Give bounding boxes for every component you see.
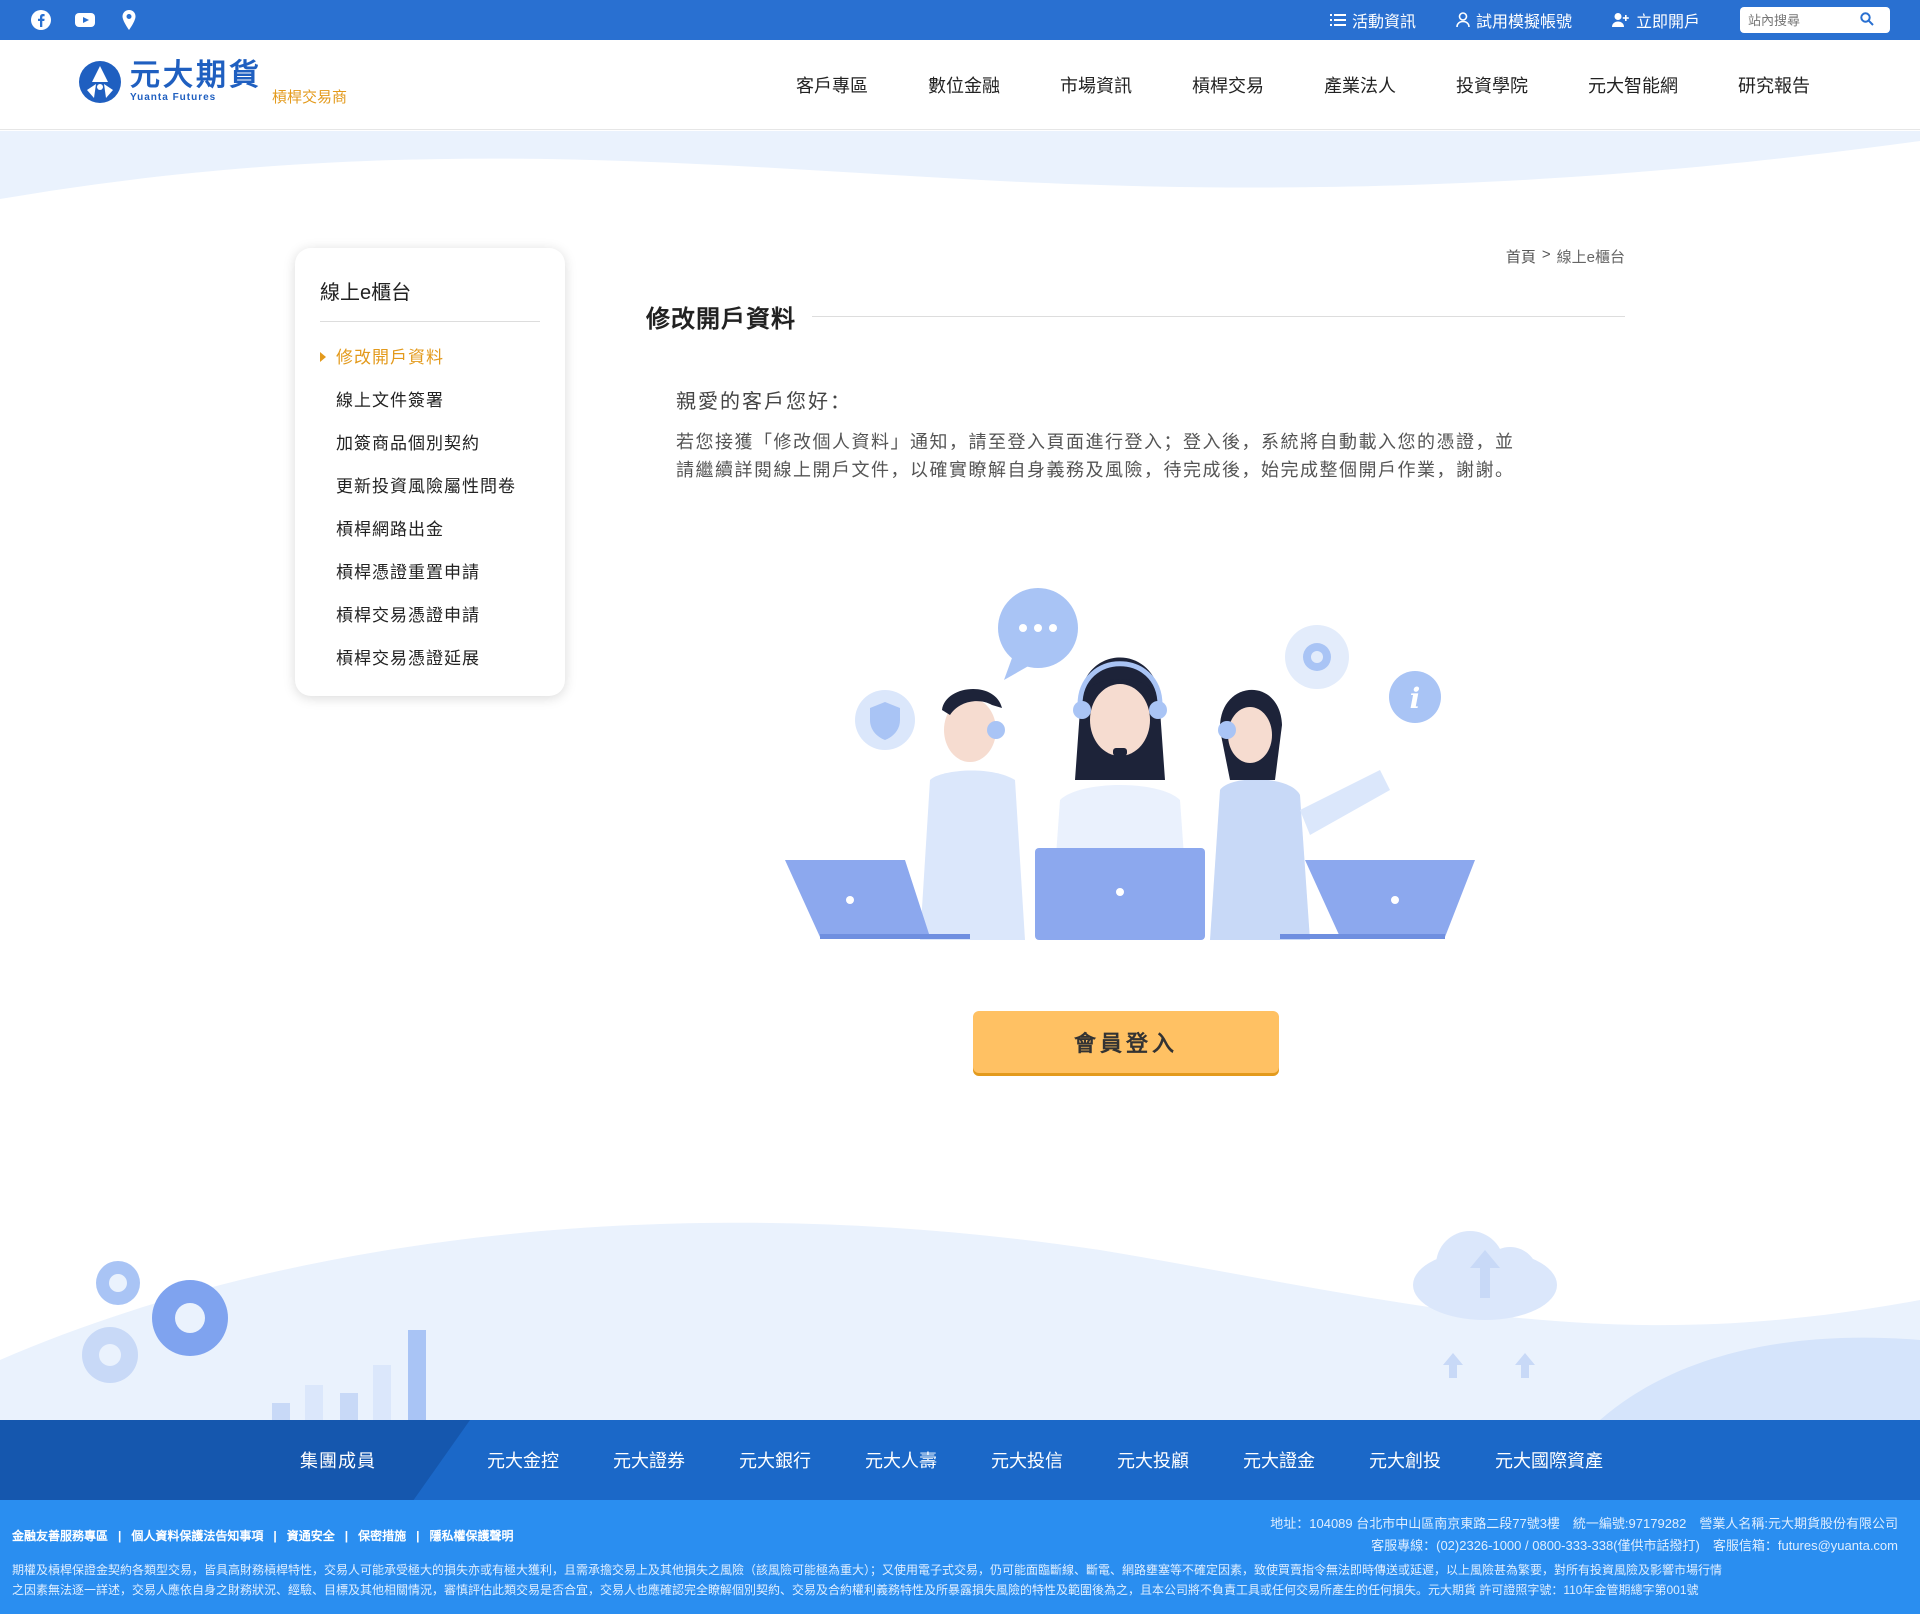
sidebar-item-document-signing[interactable]: 線上文件簽署 [320, 379, 540, 422]
notice-line-2: 請繼續詳閱線上開戶文件，以確實瞭解自身義務及風險，待完成後，始完成整個開戶作業，… [676, 460, 1515, 480]
group-link-holdings[interactable]: 元大金控 [460, 1447, 586, 1473]
nav-research-reports[interactable]: 研究報告 [1708, 72, 1840, 98]
nav-institutional[interactable]: 產業法人 [1294, 72, 1426, 98]
member-login-button[interactable]: 會員登入 [973, 1011, 1279, 1073]
demo-account-label: 試用模擬帳號 [1475, 14, 1572, 31]
agent-left [920, 689, 1025, 940]
social-links [30, 9, 140, 31]
bottom-decoration [0, 1222, 1920, 1420]
customer-service-illustration: i [785, 588, 1475, 940]
group-link-venture[interactable]: 元大創投 [1342, 1447, 1468, 1473]
nav-leveraged-trading[interactable]: 槓桿交易 [1162, 72, 1294, 98]
search-icon[interactable] [1860, 12, 1876, 28]
logo-name-en: Yuanta Futures [130, 92, 217, 103]
group-link-life[interactable]: 元大人壽 [838, 1447, 964, 1473]
logo-name-cn: 元大期貨 [130, 59, 262, 92]
main-nav: 客戶專區 數位金融 市場資訊 槓桿交易 產業法人 投資學院 元大智能網 研究報告 [766, 40, 1840, 130]
utility-links: 活動資訊 試用模擬帳號 立即開戶 [1329, 0, 1890, 40]
group-link-finance[interactable]: 元大證金 [1216, 1447, 1342, 1473]
sidebar-item-cert-reset[interactable]: 槓桿憑證重置申請 [320, 551, 540, 594]
sidebar-title: 線上e櫃台 [320, 276, 540, 322]
sidebar: 線上e櫃台 修改開戶資料 線上文件簽署 加簽商品個別契約 更新投資風險屬性問卷 … [295, 248, 565, 696]
group-link-funds[interactable]: 元大投信 [964, 1447, 1090, 1473]
page-title: 修改開戶資料 [646, 305, 796, 333]
footer-address: 地址：104089 台北市中山區南京東路二段77號3樓 統一編號:9717928… [1270, 1516, 1898, 1531]
site-footer: 金融友善服務專區 | 個人資料保護法告知事項 | 資通安全 | 保密措施 | 隱… [0, 1500, 1920, 1614]
breadcrumb-home[interactable]: 首頁 [1506, 246, 1536, 267]
shield-bubble-icon [855, 690, 915, 750]
user-icon [1456, 12, 1470, 28]
top-utility-bar: 活動資訊 試用模擬帳號 立即開戶 [0, 0, 1920, 40]
notice-line-1: 若您接獲「修改個人資料」通知，請至登入頁面進行登入；登入後，系統將自動載入您的憑… [676, 432, 1515, 452]
chat-bubble-icon [998, 588, 1078, 680]
group-members-label: 集團成員 [300, 1451, 376, 1471]
laptop-right [1280, 860, 1475, 939]
page-title-row: 修改開戶資料 [646, 296, 1625, 336]
top-wave-decoration [0, 131, 1920, 199]
disclaimer-line-1: 期權及槓桿保證金契約各類型交易，皆具高財務槓桿特性，交易人可能承受極大的損失亦或… [12, 1563, 1723, 1577]
search-input[interactable] [1748, 12, 1860, 28]
list-icon [1329, 14, 1346, 26]
sidebar-item-cert-apply[interactable]: 槓桿交易憑證申請 [320, 594, 540, 637]
group-link-advisory[interactable]: 元大投顧 [1090, 1447, 1216, 1473]
svg-text:i: i [1410, 682, 1421, 715]
footer-contact: 客服專線：(02)2326-1000 / 0800-333-338(僅供市話撥打… [1371, 1538, 1898, 1553]
group-link-bank[interactable]: 元大銀行 [712, 1447, 838, 1473]
activity-info-label: 活動資訊 [1351, 14, 1416, 31]
breadcrumb-separator: > [1541, 246, 1551, 263]
group-members-bar: 集團成員 元大金控 元大證券 元大銀行 元大人壽 元大投信 元大投顧 元大證金 … [0, 1420, 1920, 1500]
nav-market-info[interactable]: 市場資訊 [1030, 72, 1162, 98]
sidebar-item-product-contract[interactable]: 加簽商品個別契約 [320, 422, 540, 465]
disclaimer-line-2: 之因素無法逐一詳述，交易人應依自身之財務狀況、經驗、目標及其他相關情況，審慎評估… [12, 1583, 1699, 1597]
site-logo[interactable]: 元大期貨 Yuanta Futures 槓桿交易商 [78, 60, 347, 107]
nav-investment-academy[interactable]: 投資學院 [1426, 72, 1558, 98]
gear-bubble-icon [1285, 625, 1349, 689]
sidebar-item-risk-questionnaire[interactable]: 更新投資風險屬性問卷 [320, 465, 540, 508]
demo-account-link[interactable]: 試用模擬帳號 [1456, 8, 1572, 32]
footer-link-privacy-policy[interactable]: 隱私權保護聲明 [430, 1527, 514, 1544]
title-divider [812, 315, 1625, 317]
sidebar-item-edit-account[interactable]: 修改開戶資料 [320, 336, 540, 379]
sidebar-item-withdrawal[interactable]: 槓桿網路出金 [320, 508, 540, 551]
breadcrumb-current: 線上e櫃台 [1556, 249, 1625, 266]
activity-info-link[interactable]: 活動資訊 [1329, 8, 1416, 32]
laptop-center [1035, 848, 1205, 940]
footer-link-cyber-security[interactable]: 資通安全 [287, 1527, 335, 1544]
footer-link-privacy-notice[interactable]: 個人資料保護法告知事項 [131, 1527, 263, 1544]
user-plus-icon [1611, 13, 1629, 27]
greeting-text: 親愛的客戶您好： [676, 391, 852, 413]
footer-link-confidentiality[interactable]: 保密措施 [358, 1527, 406, 1544]
sidebar-menu: 修改開戶資料 線上文件簽署 加簽商品個別契約 更新投資風險屬性問卷 槓桿網路出金… [320, 336, 540, 680]
main-header: 元大期貨 Yuanta Futures 槓桿交易商 客戶專區 數位金融 市場資訊… [0, 40, 1920, 130]
youtube-icon[interactable] [74, 9, 96, 31]
nav-customer-zone[interactable]: 客戶專區 [766, 72, 898, 98]
site-search [1740, 7, 1890, 33]
logo-subtitle: 槓桿交易商 [272, 89, 348, 106]
breadcrumb: 首頁 > 線上e櫃台 [1506, 246, 1625, 267]
facebook-icon[interactable] [30, 9, 52, 31]
group-link-international[interactable]: 元大國際資產 [1468, 1447, 1630, 1473]
footer-company-info: 地址：104089 台北市中山區南京東路二段77號3樓 統一編號:9717928… [1270, 1513, 1898, 1557]
open-account-link[interactable]: 立即開戶 [1611, 8, 1700, 32]
footer-links: 金融友善服務專區 | 個人資料保護法告知事項 | 資通安全 | 保密措施 | 隱… [12, 1527, 514, 1544]
yuanta-logo-icon [79, 61, 121, 103]
info-bubble-icon: i [1389, 671, 1441, 723]
notice-message: 若您接獲「修改個人資料」通知，請至登入頁面進行登入；登入後，系統將自動載入您的憑… [676, 428, 1596, 484]
group-link-securities[interactable]: 元大證券 [586, 1447, 712, 1473]
location-pin-icon[interactable] [118, 9, 140, 31]
sidebar-item-cert-extend[interactable]: 槓桿交易憑證延展 [320, 637, 540, 680]
group-members-list: 集團成員 元大金控 元大證券 元大銀行 元大人壽 元大投信 元大投顧 元大證金 … [300, 1420, 1630, 1500]
nav-digital-finance[interactable]: 數位金融 [898, 72, 1030, 98]
nav-smart-network[interactable]: 元大智能網 [1558, 72, 1708, 98]
footer-link-friendly-service[interactable]: 金融友善服務專區 [12, 1527, 108, 1544]
footer-disclaimer: 期權及槓桿保證金契約各類型交易，皆具高財務槓桿特性，交易人可能承受極大的損失亦或… [12, 1560, 1912, 1600]
open-account-label: 立即開戶 [1635, 14, 1700, 31]
